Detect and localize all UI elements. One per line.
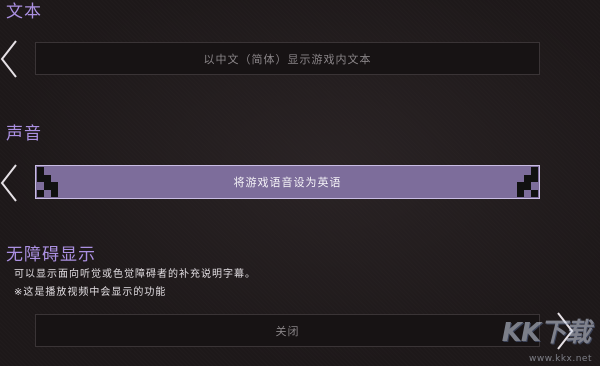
accessibility-subtitle-option[interactable]: 关闭 [35,314,540,347]
selection-corner-right-icon [510,167,538,197]
audio-section-title: 声音 [6,124,42,144]
accessibility-subtitle-option-label: 关闭 [275,324,300,338]
audio-language-option[interactable]: 将游戏语音设为英语 [35,165,540,199]
text-option-prev-arrow-icon[interactable] [0,39,18,79]
accessibility-option-next-arrow-icon[interactable] [556,311,574,351]
audio-option-prev-arrow-icon[interactable] [0,163,18,203]
accessibility-section-title: 无障碍显示 [6,245,96,265]
watermark-url: www.kkx.net [529,354,592,364]
text-section-title: 文本 [6,2,42,22]
text-language-option-label: 以中文（简体）显示游戏内文本 [203,52,372,66]
accessibility-description-line1: 可以显示面向听觉或色觉障碍者的补充说明字幕。 [14,269,256,280]
audio-language-option-label: 将游戏语音设为英语 [233,176,342,189]
accessibility-description-line2: ※这是播放视频中会显示的功能 [14,287,167,298]
selection-corner-left-icon [37,167,65,197]
text-language-option[interactable]: 以中文（简体）显示游戏内文本 [35,42,540,75]
